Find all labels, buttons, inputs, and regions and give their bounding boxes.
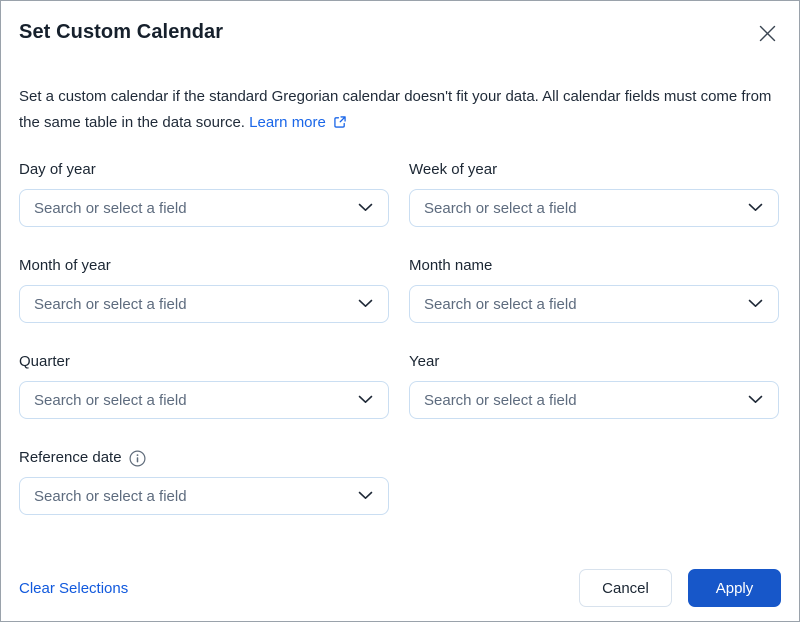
chevron-down-icon xyxy=(358,295,373,313)
close-icon xyxy=(758,31,777,46)
reference-date-combobox[interactable]: Search or select a field xyxy=(19,477,389,515)
field-label-text: Month of year xyxy=(19,256,111,276)
month-of-year-combobox[interactable]: Search or select a field xyxy=(19,285,389,323)
year-label: Year xyxy=(409,352,779,372)
month-name-combobox[interactable]: Search or select a field xyxy=(409,285,779,323)
clear-selections-link[interactable]: Clear Selections xyxy=(19,580,128,597)
dialog-description: Set a custom calendar if the standard Gr… xyxy=(19,84,781,138)
close-button[interactable] xyxy=(754,20,781,47)
set-custom-calendar-dialog: Set Custom Calendar Set a custom calenda… xyxy=(1,1,799,607)
month-of-year-label: Month of year xyxy=(19,256,389,276)
chevron-down-icon xyxy=(358,199,373,217)
info-icon xyxy=(129,455,146,470)
combobox-placeholder: Search or select a field xyxy=(34,296,187,313)
quarter-label: Quarter xyxy=(19,352,389,372)
description-text: Set a custom calendar if the standard Gr… xyxy=(19,88,771,131)
apply-button[interactable]: Apply xyxy=(688,569,781,607)
day-of-year-label: Day of year xyxy=(19,160,389,180)
footer-actions: Cancel Apply xyxy=(579,569,781,607)
field-label-text: Reference date xyxy=(19,448,122,468)
combobox-placeholder: Search or select a field xyxy=(34,200,187,217)
grid-spacer xyxy=(409,448,779,515)
dialog-title: Set Custom Calendar xyxy=(19,18,223,46)
field-month-name: Month name Search or select a field xyxy=(409,256,779,323)
field-week-of-year: Week of year Search or select a field xyxy=(409,160,779,227)
combobox-placeholder: Search or select a field xyxy=(34,488,187,505)
day-of-year-combobox[interactable]: Search or select a field xyxy=(19,189,389,227)
field-label-text: Day of year xyxy=(19,160,96,180)
combobox-placeholder: Search or select a field xyxy=(34,392,187,409)
cancel-button[interactable]: Cancel xyxy=(579,569,672,607)
field-label-text: Month name xyxy=(409,256,492,276)
quarter-combobox[interactable]: Search or select a field xyxy=(19,381,389,419)
field-day-of-year: Day of year Search or select a field xyxy=(19,160,389,227)
field-label-text: Week of year xyxy=(409,160,497,180)
field-quarter: Quarter Search or select a field xyxy=(19,352,389,419)
chevron-down-icon xyxy=(748,391,763,409)
dialog-footer: Clear Selections Cancel Apply xyxy=(19,569,781,607)
combobox-placeholder: Search or select a field xyxy=(424,392,577,409)
chevron-down-icon xyxy=(748,295,763,313)
combobox-placeholder: Search or select a field xyxy=(424,200,577,217)
week-of-year-combobox[interactable]: Search or select a field xyxy=(409,189,779,227)
week-of-year-label: Week of year xyxy=(409,160,779,180)
reference-date-label: Reference date xyxy=(19,448,389,468)
field-label-text: Year xyxy=(409,352,439,372)
month-name-label: Month name xyxy=(409,256,779,276)
calendar-fields-grid: Day of year Search or select a field Wee… xyxy=(19,160,781,515)
year-combobox[interactable]: Search or select a field xyxy=(409,381,779,419)
field-reference-date: Reference date Search or select a field xyxy=(19,448,389,515)
learn-more-label: Learn more xyxy=(249,114,326,131)
chevron-down-icon xyxy=(358,391,373,409)
reference-date-info-button[interactable] xyxy=(129,450,146,467)
chevron-down-icon xyxy=(748,199,763,217)
external-link-icon xyxy=(333,116,347,133)
field-month-of-year: Month of year Search or select a field xyxy=(19,256,389,323)
combobox-placeholder: Search or select a field xyxy=(424,296,577,313)
chevron-down-icon xyxy=(358,487,373,505)
dialog-header: Set Custom Calendar xyxy=(19,1,781,47)
learn-more-link[interactable]: Learn more xyxy=(249,114,347,131)
field-label-text: Quarter xyxy=(19,352,70,372)
field-year: Year Search or select a field xyxy=(409,352,779,419)
